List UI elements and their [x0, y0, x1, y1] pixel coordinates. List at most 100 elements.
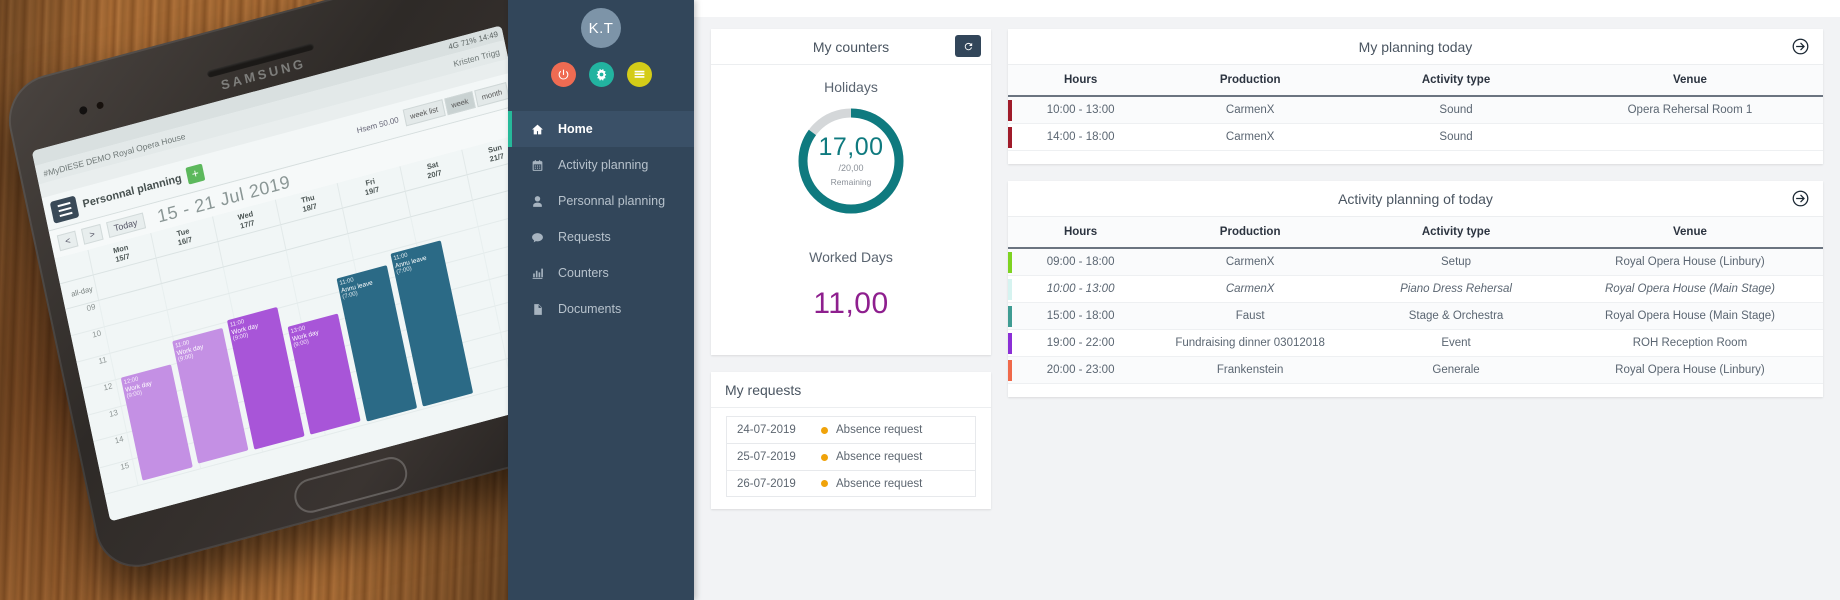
dashboard-content: My counters Holidays 17,00 /20,00 Remain… — [694, 17, 1840, 509]
cell-production: Faust — [1145, 302, 1356, 330]
column-production: Production — [1145, 217, 1356, 249]
quick-actions — [508, 48, 694, 87]
add-button[interactable]: + — [185, 163, 206, 185]
my-requests-list: 24-07-2019 Absence request 25-07-2019 Ab… — [711, 408, 991, 509]
calendar-icon — [530, 159, 544, 172]
page-title: My counters — [812, 38, 890, 55]
table-row[interactable]: 10:00 - 13:00 CarmenX Piano Dress Rehers… — [1008, 275, 1823, 303]
sidebar-item-home[interactable]: Home — [508, 111, 694, 147]
column-venue: Venue — [1556, 65, 1823, 97]
cell-production: CarmenX — [1145, 275, 1356, 303]
column-production: Production — [1145, 65, 1356, 97]
day-date: 18/7 — [301, 201, 318, 215]
chat-icon — [530, 231, 544, 244]
activity-planning-today-title: Activity planning of today — [1338, 190, 1493, 207]
cell-venue: Royal Opera House (Linbury) — [1556, 356, 1823, 384]
settings-icon[interactable] — [588, 62, 614, 87]
view-option-week-list[interactable]: week list — [402, 99, 446, 127]
list-item[interactable]: 26-07-2019 Absence request — [726, 470, 976, 497]
cell-activity: Sound — [1355, 96, 1557, 124]
my-planning-today-card: My planning today Hours Production Activ… — [1008, 29, 1823, 164]
table-row[interactable]: 10:00 - 13:00 CarmenX Sound Opera Rehers… — [1008, 96, 1823, 124]
activity-planning-today-table: Hours Production Activity type Venue 09:… — [1008, 217, 1823, 384]
request-label: Absence request — [836, 477, 923, 490]
table-row[interactable]: 09:00 - 18:00 CarmenX Setup Royal Opera … — [1008, 248, 1823, 276]
accent-col — [1008, 65, 1016, 97]
table-header-row: Hours Production Activity type Venue — [1008, 65, 1823, 97]
my-planning-today-header: My planning today — [1008, 29, 1823, 65]
top-strip — [694, 0, 1840, 17]
row-accent — [1008, 123, 1016, 151]
avatar-wrapper: K.T — [508, 0, 694, 48]
prev-week-button[interactable]: < — [56, 230, 79, 252]
holidays-counter: Holidays 17,00 /20,00 Remaining — [711, 65, 991, 227]
cell-venue — [1556, 123, 1823, 151]
request-date: 25-07-2019 — [737, 451, 796, 463]
table-header-row: Hours Production Activity type Venue — [1008, 217, 1823, 249]
cell-activity: Stage & Orchestra — [1355, 302, 1557, 330]
list-item[interactable]: 24-07-2019 Absence request — [726, 416, 976, 443]
next-week-button[interactable]: > — [81, 223, 104, 245]
open-planning-button[interactable] — [1791, 37, 1810, 56]
row-accent — [1008, 248, 1016, 276]
status-badge — [812, 453, 836, 461]
dashboard-right-column: My planning today Hours Production Activ… — [1008, 29, 1823, 397]
table-row[interactable]: 20:00 - 23:00 Frankenstein Generale Roya… — [1008, 356, 1823, 384]
table-row[interactable]: 14:00 - 18:00 CarmenX Sound — [1008, 123, 1823, 151]
sidebar-item-personnal-planning[interactable]: Personnal planning — [508, 183, 694, 219]
my-requests-title: My requests — [725, 381, 802, 398]
row-accent — [1008, 356, 1016, 384]
avatar[interactable]: K.T — [581, 8, 621, 48]
holidays-note: Remaining — [830, 177, 872, 188]
cell-production: CarmenX — [1145, 248, 1356, 276]
document-icon — [530, 303, 544, 316]
row-accent — [1008, 329, 1016, 357]
my-planning-today-table: Hours Production Activity type Venue 10:… — [1008, 65, 1823, 151]
column-hours: Hours — [1016, 65, 1146, 97]
day-date: 20/7 — [426, 168, 443, 181]
cell-venue: Royal Opera House (Main Stage) — [1556, 302, 1823, 330]
status-badge — [812, 426, 836, 434]
worked-days-counter: Worked Days 11,00 — [711, 227, 991, 355]
worked-days-label: Worked Days — [809, 249, 893, 265]
sidebar-item-label: Home — [558, 122, 593, 136]
row-accent — [1008, 302, 1016, 330]
power-icon[interactable] — [550, 62, 576, 87]
view-option-week[interactable]: week — [443, 91, 476, 116]
table-bottom-padding — [1008, 384, 1823, 397]
sidebar-item-activity-planning[interactable]: Activity planning — [508, 147, 694, 183]
sidebar: K.T Home Activity planning Personnal pla… — [508, 0, 694, 600]
list-icon[interactable] — [626, 62, 652, 87]
row-accent — [1008, 96, 1016, 124]
arrow-right-circle-icon — [1792, 190, 1809, 207]
my-counters-card: My counters Holidays 17,00 /20,00 Remain… — [711, 29, 991, 355]
table-bottom-padding — [1008, 151, 1823, 164]
cell-hours: 09:00 - 18:00 — [1016, 248, 1146, 276]
sidebar-item-requests[interactable]: Requests — [508, 219, 694, 255]
day-date: 16/7 — [177, 235, 194, 248]
sidebar-item-documents[interactable]: Documents — [508, 291, 694, 327]
open-activity-planning-button[interactable] — [1791, 189, 1810, 208]
cell-activity: Generale — [1355, 356, 1557, 384]
home-icon — [530, 123, 544, 136]
list-item[interactable]: 25-07-2019 Absence request — [726, 443, 976, 470]
my-requests-card: My requests 24-07-2019 Absence request 2… — [711, 372, 991, 509]
refresh-button[interactable] — [955, 35, 981, 57]
day-date: 17/7 — [239, 218, 256, 231]
cell-hours: 19:00 - 22:00 — [1016, 329, 1146, 357]
cell-venue: Royal Opera House (Linbury) — [1556, 248, 1823, 276]
table-row[interactable]: 19:00 - 22:00 Fundraising dinner 0301201… — [1008, 329, 1823, 357]
cell-hours: 15:00 - 18:00 — [1016, 302, 1146, 330]
cell-production: CarmenX — [1145, 123, 1356, 151]
cell-production: Frankenstein — [1145, 356, 1356, 384]
arrow-right-circle-icon — [1792, 38, 1809, 55]
view-option-month[interactable]: month — [474, 82, 508, 108]
table-row[interactable]: 15:00 - 18:00 Faust Stage & Orchestra Ro… — [1008, 302, 1823, 330]
cell-hours: 20:00 - 23:00 — [1016, 356, 1146, 384]
hamburger-menu-icon[interactable] — [49, 194, 80, 224]
sidebar-item-counters[interactable]: Counters — [508, 255, 694, 291]
app-root: SAMSUNG 4G 71% 14:49 #MyDIESE DEMO Royal… — [0, 0, 1840, 600]
holidays-value: 17,00 — [818, 133, 884, 162]
column-venue: Venue — [1556, 217, 1823, 249]
today-button[interactable]: Today — [105, 212, 146, 239]
